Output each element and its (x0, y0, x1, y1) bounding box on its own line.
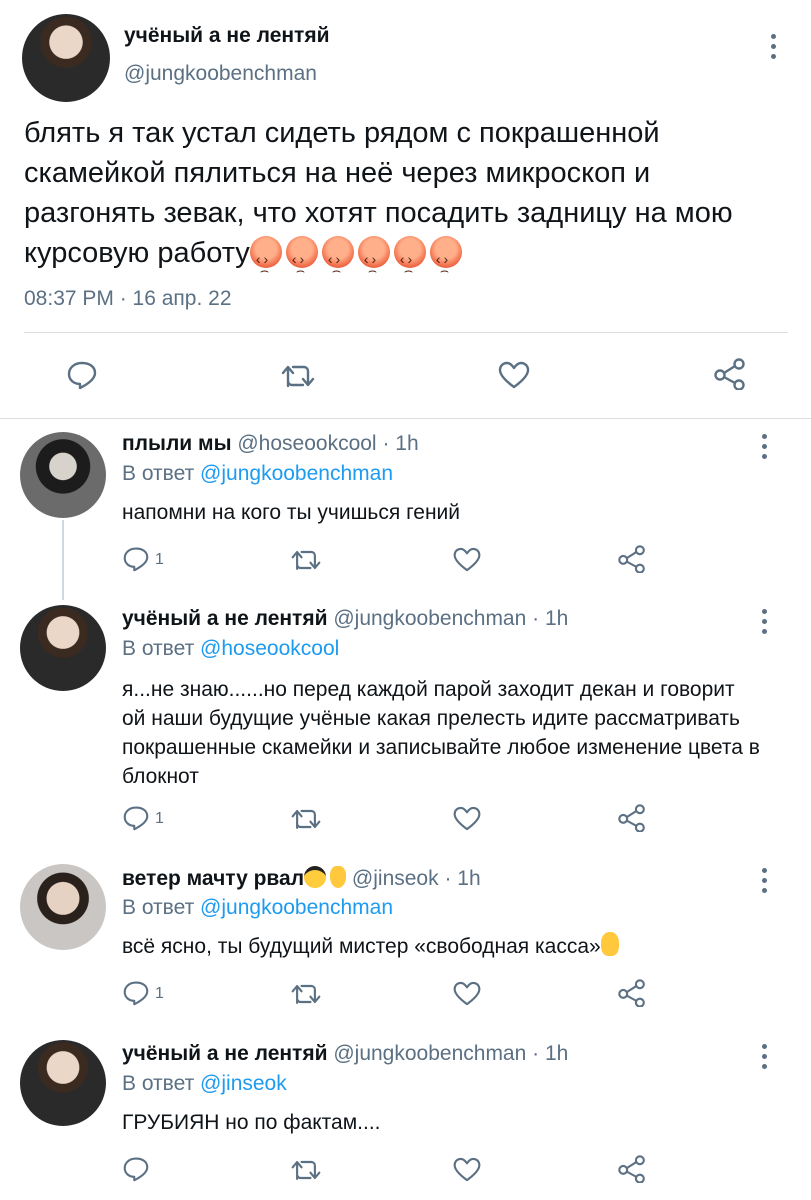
reply-avatar[interactable] (20, 432, 106, 518)
retweet-icon[interactable] (290, 1157, 322, 1183)
reply-to-mention[interactable]: @jungkoobenchman (200, 462, 393, 485)
tweet-text: блять я так устал сидеть рядом с покраше… (24, 113, 784, 290)
heart-icon[interactable] (452, 980, 482, 1007)
reply-to-line: В ответ @jinseok (122, 1072, 287, 1096)
angry-face-emoji (393, 236, 426, 290)
heart-icon[interactable] (452, 546, 482, 573)
heart-icon[interactable] (497, 360, 531, 390)
reply-icon[interactable] (122, 1156, 150, 1182)
reply-prefix: В ответ (122, 896, 195, 919)
tweet-thread-page: учёный а не лентяй @jungkoobenchman блят… (0, 0, 811, 1200)
author-name[interactable]: учёный а не лентяй (124, 24, 330, 48)
reply-text-line: всё ясно, ты будущий мистер «свободная к… (122, 932, 782, 961)
angry-emojis (249, 236, 466, 290)
reply-author-handle[interactable]: @jungkoobenchman (333, 1042, 526, 1065)
more-options-icon[interactable] (762, 609, 768, 637)
reply-text: я...не знаю......но перед каждой парой з… (122, 678, 760, 788)
reply-to-line: В ответ @jungkoobenchman (122, 462, 393, 486)
reply-icon[interactable] (66, 360, 98, 390)
reply-author-handle[interactable]: @jungkoobenchman (333, 607, 526, 630)
reply-to-line: В ответ @jungkoobenchman (122, 896, 393, 920)
heart-icon[interactable] (452, 805, 482, 832)
reply-author-name[interactable]: плыли мы (122, 432, 232, 455)
more-options-icon[interactable] (762, 868, 768, 896)
author-avatar[interactable] (22, 14, 110, 102)
share-icon[interactable] (617, 804, 647, 832)
divider (0, 418, 811, 419)
reply-icon[interactable] (122, 805, 150, 831)
reply-to-mention[interactable]: @hoseookcool (200, 637, 339, 660)
reply-author-handle[interactable]: @hoseookcool (237, 432, 376, 455)
raised-hand-emoji (600, 932, 619, 956)
heart-icon[interactable] (452, 1156, 482, 1183)
share-icon[interactable] (617, 1155, 647, 1183)
retweet-icon[interactable] (290, 981, 322, 1007)
reply-count: 1 (155, 810, 164, 827)
retweet-icon[interactable] (290, 806, 322, 832)
reply-prefix: В ответ (122, 462, 195, 485)
reply-count: 1 (155, 985, 164, 1002)
angry-face-emoji (285, 236, 318, 290)
thread-line (62, 520, 64, 600)
reply-to-mention[interactable]: @jungkoobenchman (200, 896, 393, 919)
tweet-timestamp[interactable]: 08:37 PM · 16 апр. 22 (24, 287, 232, 311)
more-options-icon[interactable] (762, 434, 768, 462)
angry-face-emoji (429, 236, 462, 290)
share-icon[interactable] (617, 979, 647, 1007)
reply-time[interactable]: · 1h (532, 1042, 568, 1065)
reply-author-handle[interactable]: @jinseok (352, 867, 439, 890)
divider (24, 332, 788, 333)
smiling-face-with-sunglasses-emoji (304, 866, 327, 888)
reply-prefix: В ответ (122, 637, 195, 660)
reply-icon[interactable] (122, 546, 150, 572)
reply-to-mention[interactable]: @jinseok (200, 1072, 287, 1095)
reply-avatar[interactable] (20, 864, 106, 950)
reply-text: всё ясно, ты будущий мистер «свободная к… (122, 935, 601, 958)
reply-author-name[interactable]: учёный а не лентяй (122, 607, 328, 630)
reply-prefix: В ответ (122, 1072, 195, 1095)
reply-author-name[interactable]: учёный а не лентяй (122, 1042, 328, 1065)
reply-time[interactable]: · 1h (444, 867, 480, 890)
reply-author-name[interactable]: ветер мачту рвал (122, 867, 304, 890)
reply-icon[interactable] (122, 980, 150, 1006)
angry-face-emoji (249, 236, 282, 290)
author-handle[interactable]: @jungkoobenchman (124, 62, 317, 86)
share-icon[interactable] (713, 358, 747, 390)
reply-to-line: В ответ @hoseookcool (122, 637, 339, 661)
crossed-fingers-emoji (330, 866, 347, 888)
reply-author-line: ветер мачту рвал @jinseok · 1h (122, 866, 481, 891)
reply-text: напомни на кого ты учишься гений (122, 501, 460, 524)
retweet-icon[interactable] (280, 362, 316, 390)
reply-author-line: плыли мы @hoseookcool · 1h (122, 432, 419, 456)
angry-face-emoji (357, 236, 390, 290)
more-options-icon[interactable] (771, 34, 777, 62)
reply-avatar[interactable] (20, 605, 106, 691)
reply-author-line: учёный а не лентяй @jungkoobenchman · 1h (122, 1042, 568, 1066)
reply-count: 1 (155, 551, 164, 568)
more-options-icon[interactable] (762, 1044, 768, 1072)
retweet-icon[interactable] (290, 547, 322, 573)
reply-author-line: учёный а не лентяй @jungkoobenchman · 1h (122, 607, 568, 631)
reply-text: ГРУБИЯН но по фактам.... (122, 1111, 381, 1134)
reply-time[interactable]: · 1h (382, 432, 418, 455)
share-icon[interactable] (617, 545, 647, 573)
angry-face-emoji (321, 236, 354, 290)
reply-time[interactable]: · 1h (532, 607, 568, 630)
reply-avatar[interactable] (20, 1040, 106, 1126)
